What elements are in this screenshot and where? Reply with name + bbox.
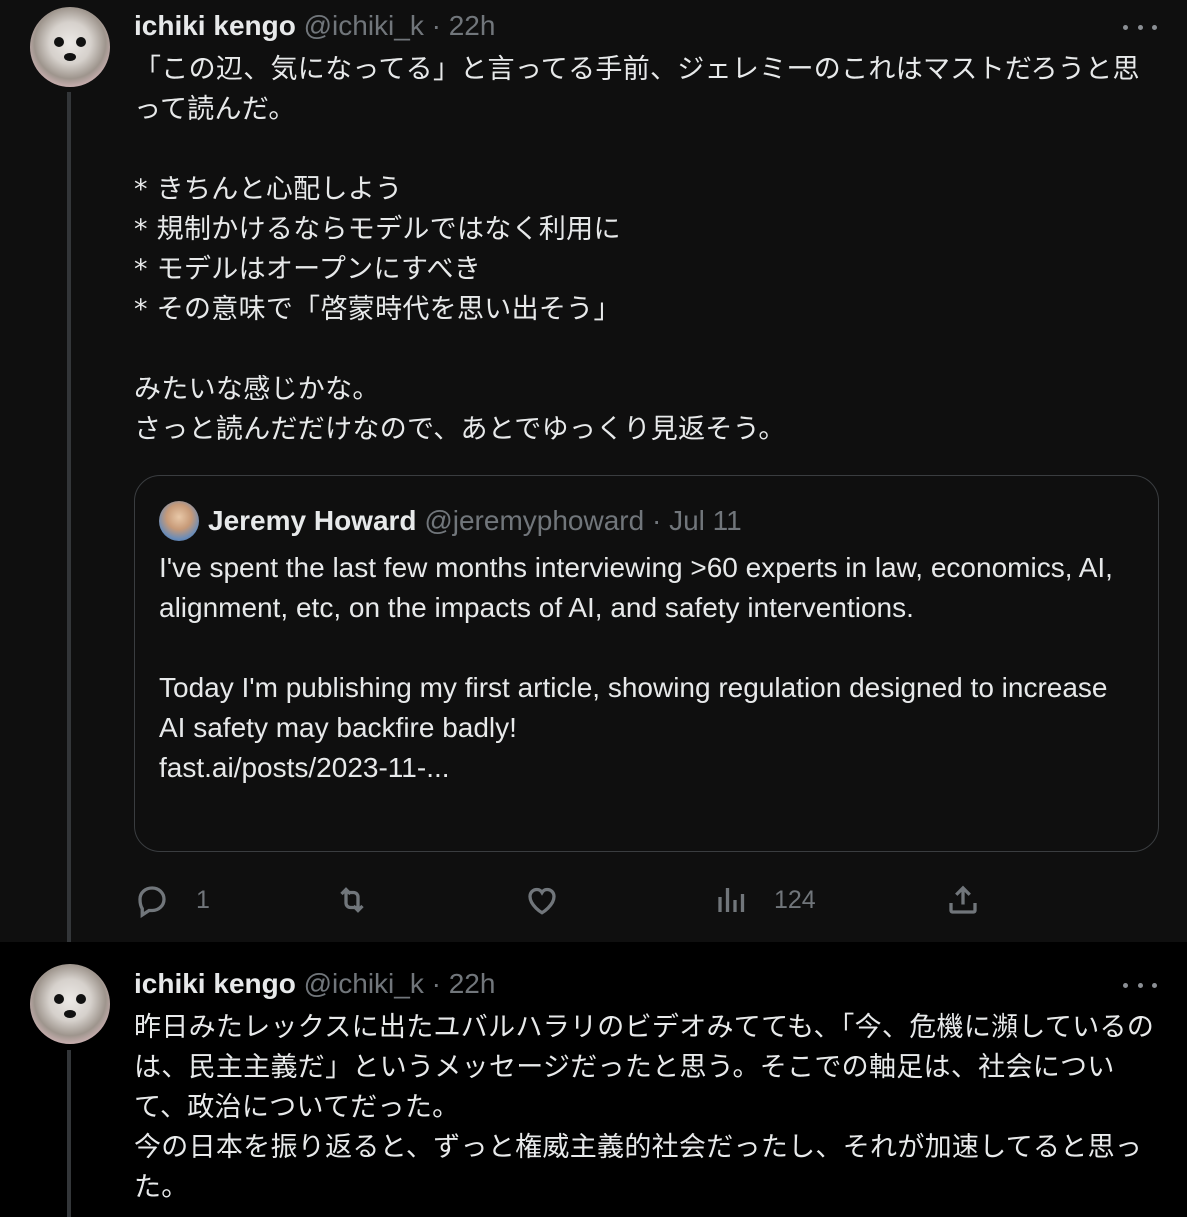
quoted-author-avatar	[159, 501, 199, 541]
quoted-author-handle: @jeremyphoward	[424, 505, 645, 536]
quoted-timestamp: Jul 11	[669, 505, 742, 536]
author-avatar[interactable]	[30, 964, 110, 1044]
reply-button[interactable]: 1	[134, 882, 210, 918]
like-button[interactable]	[524, 882, 586, 918]
more-icon[interactable]	[1123, 975, 1157, 995]
quoted-tweet-text: I've spent the last few months interview…	[159, 552, 1113, 783]
tweet-text: 昨日みたレックスに出たユバルハラリのビデオみてても、「今、危機に瀕しているのは、…	[134, 1012, 1155, 1203]
quoted-author-name: Jeremy Howard	[208, 505, 417, 536]
more-icon[interactable]	[1123, 17, 1157, 37]
separator: ·	[431, 968, 441, 999]
author-handle[interactable]: @ichiki_k	[304, 10, 424, 41]
tweet-header: ichiki kengo @ichiki_k · 22h	[134, 9, 495, 43]
retweet-icon	[340, 887, 364, 913]
reply-count: 1	[196, 885, 210, 914]
thread-line	[67, 1050, 71, 1217]
author-avatar[interactable]	[30, 7, 110, 87]
thread-line	[67, 92, 71, 942]
like-icon	[528, 887, 556, 915]
timestamp[interactable]: 22h	[449, 10, 496, 41]
quoted-tweet[interactable]: Jeremy Howard @jeremyphoward · Jul 11 I'…	[134, 475, 1159, 852]
share-button[interactable]	[945, 882, 981, 918]
views-button[interactable]: 124	[714, 882, 816, 918]
author-name[interactable]: ichiki kengo	[134, 10, 296, 41]
tweet[interactable]: ichiki kengo @ichiki_k · 22h 昨日みたレックスに出た…	[0, 942, 1187, 1217]
views-count: 124	[774, 885, 816, 914]
timestamp[interactable]: 22h	[449, 968, 496, 999]
separator: ·	[651, 505, 662, 536]
author-name[interactable]: ichiki kengo	[134, 968, 296, 999]
share-icon	[949, 885, 977, 914]
retweet-button[interactable]	[334, 882, 396, 918]
views-icon	[718, 888, 745, 912]
tweet-text: 「この辺、気になってる」と言ってる手前、ジェレミーのこれはマストだろうと思って読…	[134, 54, 1140, 445]
reply-icon	[138, 886, 166, 918]
separator: ·	[431, 10, 441, 41]
author-handle[interactable]: @ichiki_k	[304, 968, 424, 999]
action-bar: 1 124	[0, 878, 1187, 924]
quoted-tweet-header: Jeremy Howard @jeremyphoward · Jul 11	[208, 504, 742, 538]
tweet[interactable]: ichiki kengo @ichiki_k · 22h 「この辺、気になってる…	[0, 0, 1187, 942]
tweet-header: ichiki kengo @ichiki_k · 22h	[134, 967, 495, 1001]
